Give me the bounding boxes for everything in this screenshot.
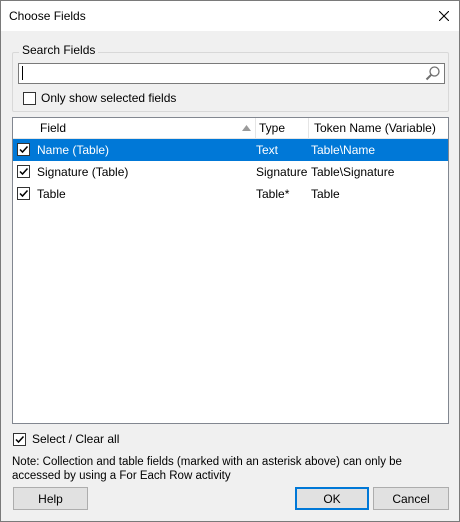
select-all-label: Select / Clear all (32, 432, 120, 446)
list-row[interactable]: Table Table* Table (13, 183, 448, 205)
cell-type: Text (256, 143, 279, 157)
cell-field: Name (Table) (37, 143, 110, 157)
text-caret (22, 66, 23, 80)
close-button[interactable] (429, 1, 459, 31)
search-box[interactable] (18, 63, 445, 84)
choose-fields-dialog: Choose Fields Search Fields Only show se… (0, 0, 460, 522)
fields-list[interactable]: Field Type Token Name (Variable) Name (T… (12, 117, 449, 424)
ok-button[interactable]: OK (295, 487, 369, 510)
list-row[interactable]: Name (Table) Text Table\Name (13, 139, 448, 161)
column-header-type-label: Type (259, 121, 286, 135)
cancel-button[interactable]: Cancel (373, 487, 449, 510)
checkmark-icon (19, 167, 29, 176)
note-text: Note: Collection and table fields (marke… (12, 456, 402, 482)
cell-field: Table (37, 187, 66, 201)
cell-field: Signature (Table) (37, 165, 129, 179)
checkmark-icon (19, 145, 29, 154)
column-header-field[interactable]: Field (13, 118, 256, 138)
cell-token: Table (311, 187, 340, 201)
row-checkbox[interactable] (17, 187, 30, 200)
search-fields-label: Search Fields (19, 43, 99, 57)
cell-token: Table\Signature (311, 165, 395, 179)
select-all-checkbox[interactable] (13, 432, 26, 446)
select-clear-all[interactable]: Select / Clear all (13, 432, 119, 446)
only-show-selected-label: Only show selected fields (41, 91, 177, 105)
search-icon[interactable] (425, 65, 441, 81)
sort-ascending-icon (242, 125, 251, 131)
list-row[interactable]: Signature (Table) Signature Table\Signat… (13, 161, 448, 183)
list-header: Field Type Token Name (Variable) (13, 118, 448, 139)
column-header-type[interactable]: Type (255, 118, 309, 138)
cell-token: Table\Name (311, 143, 376, 157)
help-button[interactable]: Help (13, 487, 88, 510)
row-checkbox[interactable] (17, 165, 30, 178)
only-show-selected-checkbox[interactable] (23, 91, 36, 105)
checkmark-icon (15, 435, 25, 443)
window-title: Choose Fields (9, 9, 86, 23)
row-checkbox[interactable] (17, 143, 30, 156)
title-bar: Choose Fields (1, 1, 459, 31)
only-show-selected[interactable]: Only show selected fields (23, 91, 176, 105)
column-header-token[interactable]: Token Name (Variable) (308, 118, 448, 138)
column-header-field-label: Field (40, 121, 67, 135)
search-input[interactable] (21, 65, 421, 81)
checkmark-icon (19, 189, 29, 198)
cell-type: Signature (256, 165, 308, 179)
cell-type: Table* (256, 187, 290, 201)
column-header-token-label: Token Name (Variable) (314, 121, 436, 135)
close-icon (439, 11, 449, 21)
